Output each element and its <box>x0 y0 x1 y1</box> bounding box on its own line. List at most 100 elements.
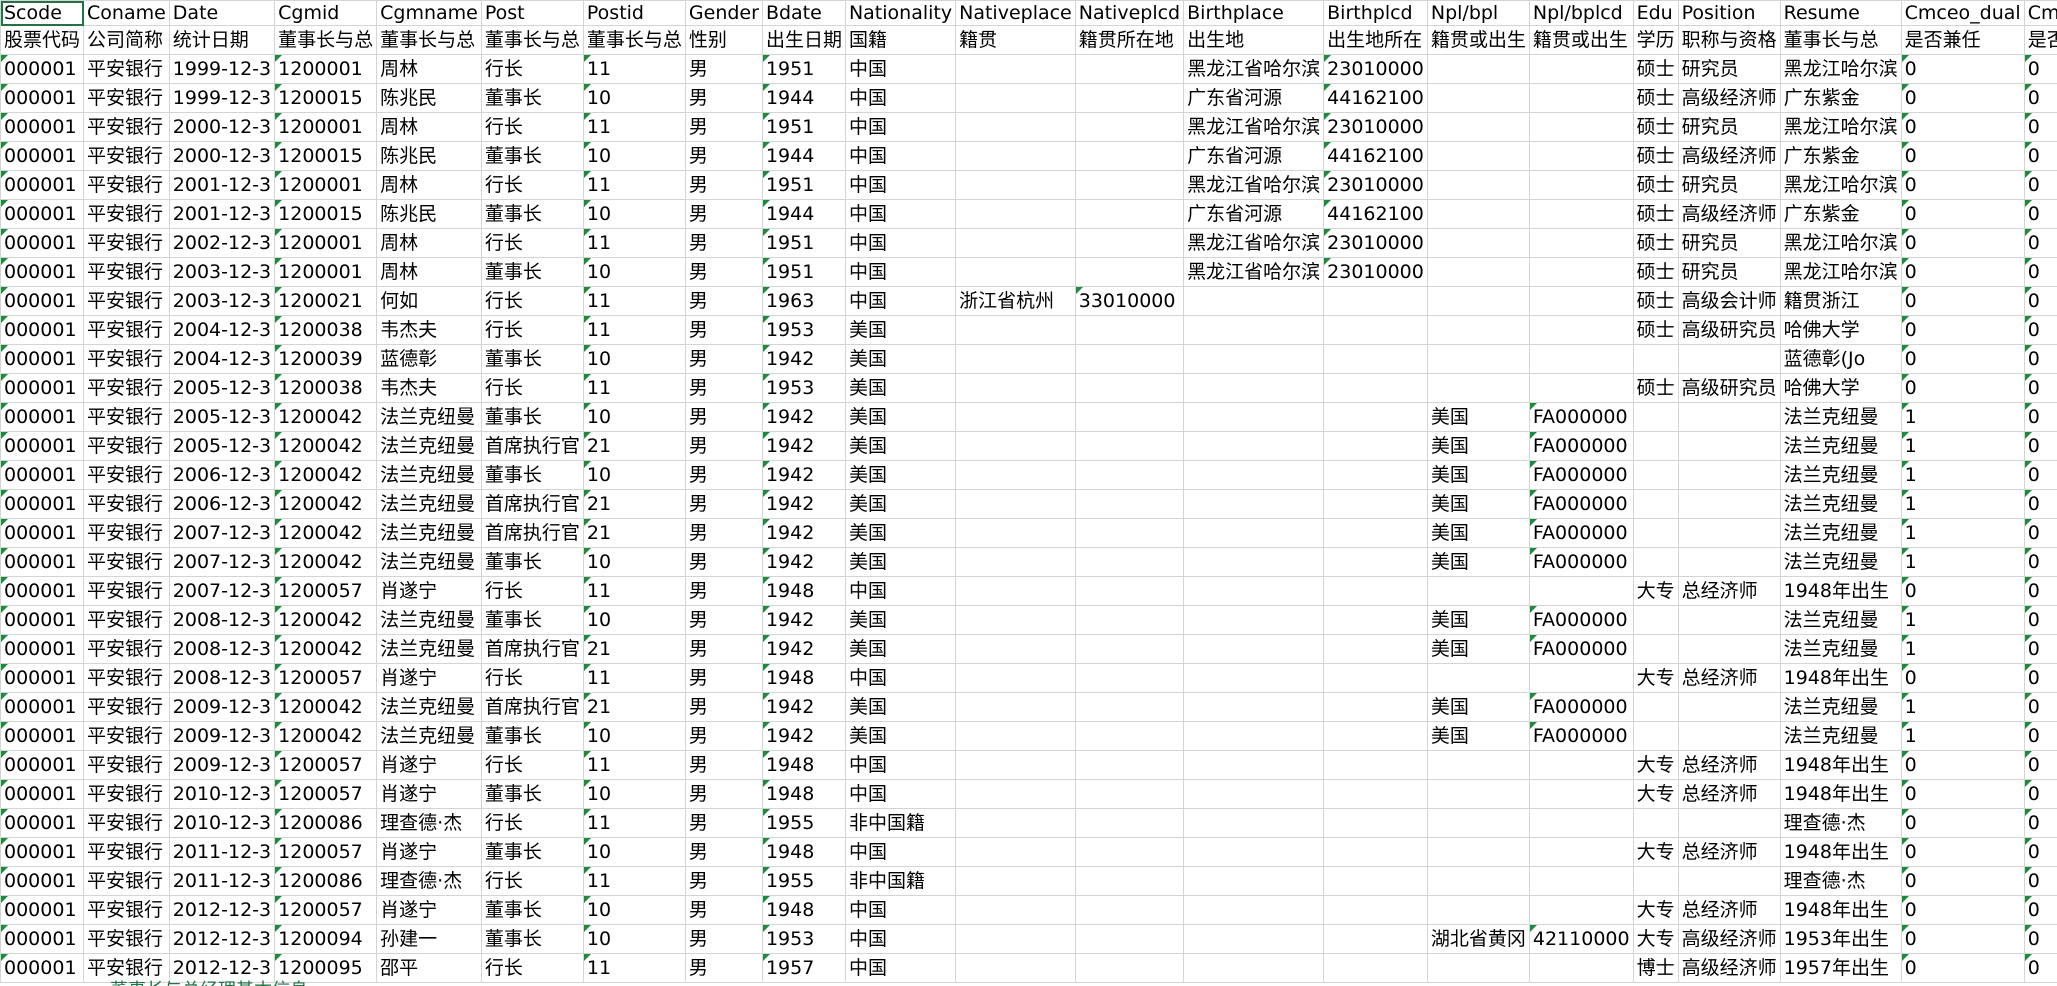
table-cell[interactable] <box>955 431 1076 461</box>
table-cell[interactable] <box>1426 576 1530 606</box>
table-cell[interactable]: 000001 <box>0 83 85 113</box>
table-cell[interactable]: 0 <box>2023 489 2057 519</box>
table-cell[interactable] <box>955 460 1076 490</box>
table-cell[interactable]: 2001-12-3 <box>168 170 276 200</box>
table-cell[interactable] <box>955 808 1076 838</box>
table-cell[interactable]: 平安银行 <box>83 83 170 113</box>
table-cell[interactable]: 2000-12-3 <box>168 112 276 142</box>
table-cell[interactable]: 1942 <box>761 692 846 722</box>
table-cell[interactable] <box>1074 373 1185 403</box>
table-cell[interactable] <box>1323 518 1428 548</box>
table-cell[interactable]: 1200042 <box>274 547 378 577</box>
table-cell[interactable]: 美国 <box>1426 460 1530 490</box>
table-cell[interactable]: 研究员 <box>1677 228 1781 258</box>
table-cell[interactable]: 10 <box>582 779 686 809</box>
table-cell[interactable]: 1 <box>1900 692 2025 722</box>
table-cell[interactable] <box>1074 141 1185 171</box>
table-cell[interactable] <box>1528 344 1634 374</box>
table-cell[interactable]: 1200042 <box>274 692 378 722</box>
table-cell[interactable]: 000001 <box>0 402 85 432</box>
table-cell[interactable]: 行长 <box>480 576 584 606</box>
table-cell[interactable] <box>1426 808 1530 838</box>
table-cell[interactable]: 0 <box>2023 402 2057 432</box>
table-cell[interactable]: 中国 <box>844 953 957 983</box>
table-cell[interactable]: 高级研究员 <box>1677 373 1781 403</box>
table-cell[interactable]: 黑龙江哈尔滨 <box>1779 112 1902 142</box>
table-cell[interactable]: 000001 <box>0 808 85 838</box>
table-cell[interactable] <box>1426 315 1530 345</box>
table-cell[interactable]: 行长 <box>480 373 584 403</box>
table-cell[interactable]: 1963 <box>761 286 846 316</box>
table-cell[interactable]: 法兰克纽曼 <box>376 692 482 722</box>
table-cell[interactable]: 1951 <box>761 170 846 200</box>
table-cell[interactable]: 哈佛大学 <box>1779 315 1902 345</box>
table-cell[interactable] <box>1074 112 1185 142</box>
table-cell[interactable]: 法兰克纽曼 <box>1779 721 1902 751</box>
table-cell[interactable]: 行长 <box>480 315 584 345</box>
table-cell[interactable] <box>1074 953 1185 983</box>
table-cell[interactable]: 美国 <box>844 315 957 345</box>
column-label-cell[interactable]: 籍贯或出生 <box>1528 25 1634 55</box>
table-cell[interactable]: 周林 <box>376 257 482 287</box>
table-cell[interactable]: 10 <box>582 257 686 287</box>
table-cell[interactable]: 1948年出生 <box>1779 663 1902 693</box>
table-cell[interactable] <box>1632 547 1679 577</box>
table-cell[interactable] <box>1183 286 1325 316</box>
table-cell[interactable]: 董事长 <box>480 83 584 113</box>
table-cell[interactable]: 2007-12-3 <box>168 576 276 606</box>
table-cell[interactable]: 1200094 <box>274 924 378 954</box>
table-cell[interactable] <box>1528 54 1634 84</box>
table-cell[interactable] <box>1074 199 1185 229</box>
table-cell[interactable]: 高级经济师 <box>1677 924 1781 954</box>
table-cell[interactable]: 平安银行 <box>83 518 170 548</box>
table-cell[interactable]: 1948 <box>761 837 846 867</box>
table-cell[interactable]: 0 <box>1900 315 2025 345</box>
table-cell[interactable] <box>1183 344 1325 374</box>
table-cell[interactable]: 000001 <box>0 460 85 490</box>
table-cell[interactable]: 法兰克纽曼 <box>376 547 482 577</box>
table-cell[interactable]: 1948年出生 <box>1779 576 1902 606</box>
table-cell[interactable]: 法兰克纽曼 <box>376 402 482 432</box>
table-cell[interactable]: 1999-12-3 <box>168 54 276 84</box>
table-cell[interactable] <box>1426 199 1530 229</box>
table-cell[interactable]: 平安银行 <box>83 431 170 461</box>
table-cell[interactable]: 1200042 <box>274 460 378 490</box>
table-cell[interactable] <box>1183 663 1325 693</box>
table-cell[interactable]: 0 <box>2023 692 2057 722</box>
table-cell[interactable]: 0 <box>2023 373 2057 403</box>
table-cell[interactable]: 1942 <box>761 344 846 374</box>
table-cell[interactable] <box>1183 808 1325 838</box>
column-label-cell[interactable]: 国籍 <box>844 25 957 55</box>
table-cell[interactable] <box>955 837 1076 867</box>
table-cell[interactable]: 男 <box>684 750 763 780</box>
table-cell[interactable]: 1957 <box>761 953 846 983</box>
table-cell[interactable] <box>1677 808 1781 838</box>
table-cell[interactable]: 董事长 <box>480 895 584 925</box>
table-cell[interactable]: FA000000 <box>1528 547 1634 577</box>
table-cell[interactable]: 11 <box>582 373 686 403</box>
table-cell[interactable]: 0 <box>2023 518 2057 548</box>
table-cell[interactable]: 男 <box>684 141 763 171</box>
table-cell[interactable] <box>1426 83 1530 113</box>
table-cell[interactable] <box>1528 953 1634 983</box>
table-cell[interactable]: 23010000 <box>1323 228 1428 258</box>
table-cell[interactable]: 2010-12-3 <box>168 808 276 838</box>
table-cell[interactable]: 总经济师 <box>1677 779 1781 809</box>
table-cell[interactable]: 11 <box>582 953 686 983</box>
table-cell[interactable]: 美国 <box>844 489 957 519</box>
table-cell[interactable]: 董事长 <box>480 199 584 229</box>
table-cell[interactable] <box>1323 837 1428 867</box>
table-cell[interactable]: 法兰克纽曼 <box>1779 634 1902 664</box>
table-cell[interactable]: 陈兆民 <box>376 199 482 229</box>
table-cell[interactable]: 中国 <box>844 837 957 867</box>
table-cell[interactable]: 1942 <box>761 721 846 751</box>
table-cell[interactable] <box>1323 953 1428 983</box>
table-cell[interactable]: 法兰克纽曼 <box>376 431 482 461</box>
table-cell[interactable]: 哈佛大学 <box>1779 373 1902 403</box>
table-cell[interactable]: 1999-12-3 <box>168 83 276 113</box>
column-code-cell[interactable]: Cgmid <box>274 0 378 26</box>
table-cell[interactable]: 男 <box>684 663 763 693</box>
table-cell[interactable]: 男 <box>684 460 763 490</box>
table-cell[interactable] <box>955 779 1076 809</box>
table-cell[interactable]: 平安银行 <box>83 54 170 84</box>
